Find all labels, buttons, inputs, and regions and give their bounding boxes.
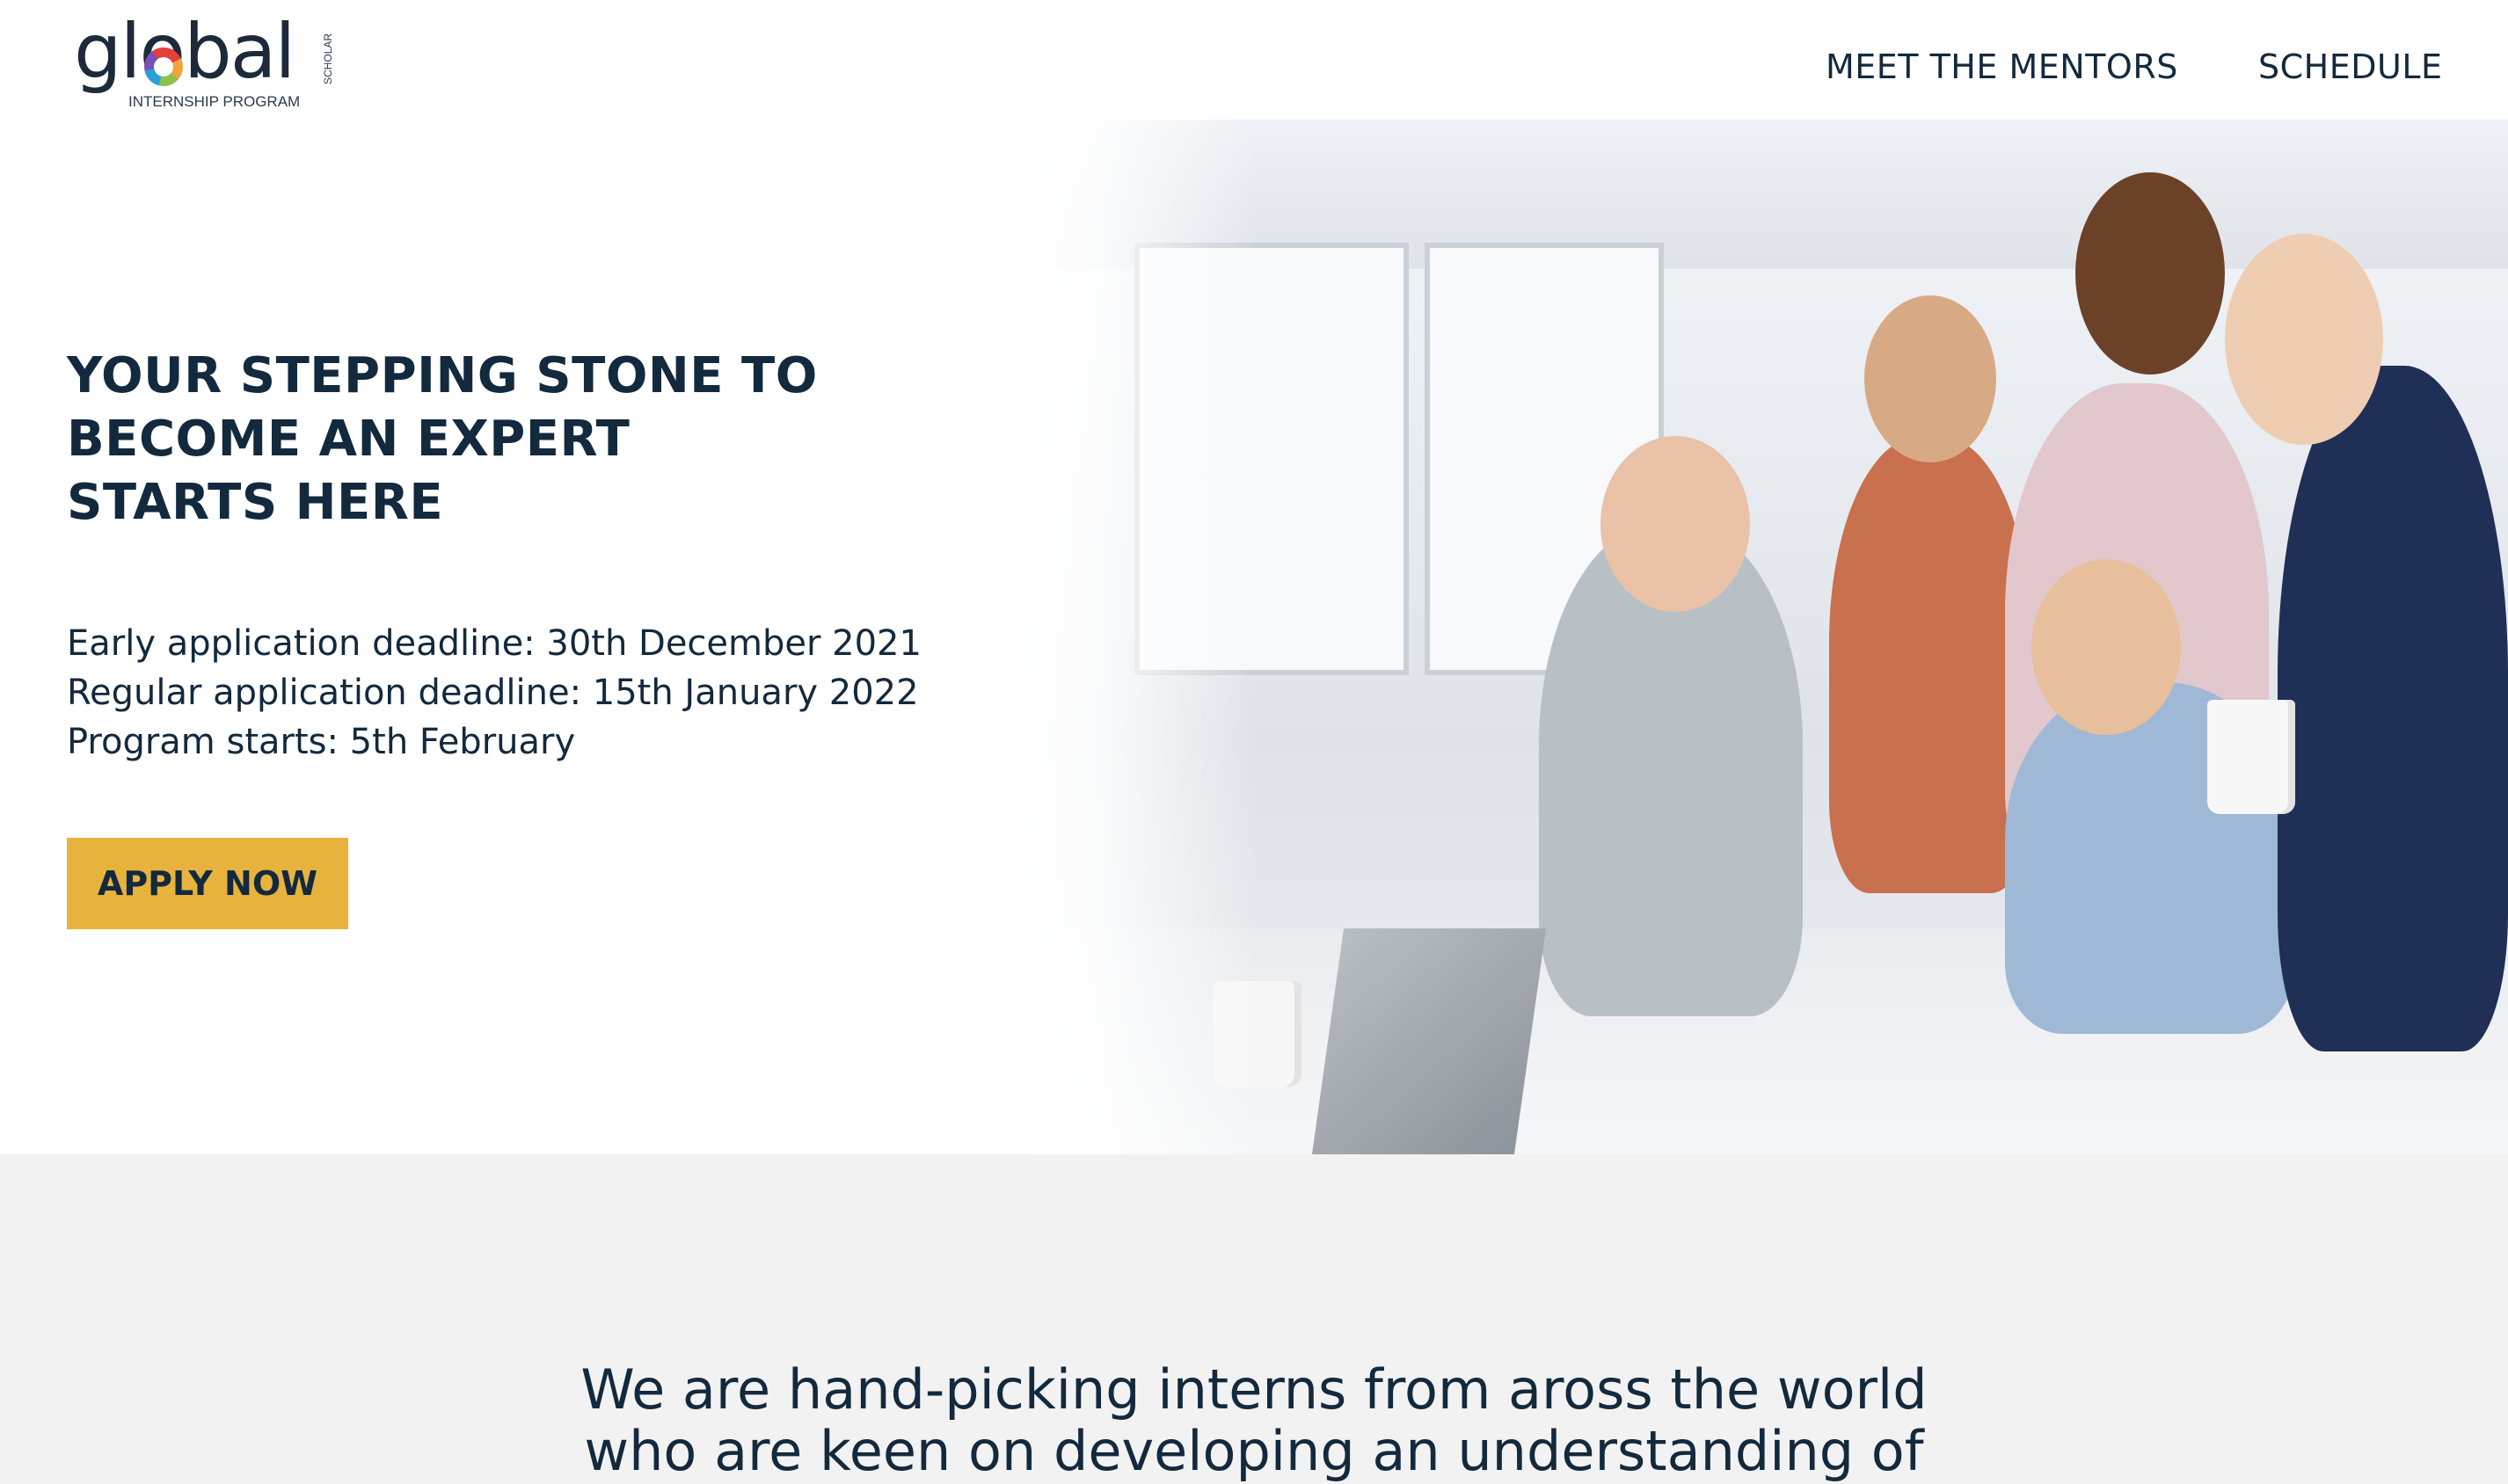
hero-photo-team-of-interns	[994, 120, 2508, 1154]
logo-side-text: SCHOLAR	[322, 33, 334, 85]
logo-subtitle: INTERNSHIP PROGRAM	[128, 93, 301, 110]
global-scholar-logo[interactable]: global INTERNSHIP PROGRAM SCHOLAR	[74, 14, 338, 120]
intro-section: We are hand-picking interns from aross t…	[0, 1154, 2508, 1484]
logo-rainbow-ring-icon	[144, 47, 183, 86]
photo-person-head	[2031, 559, 2181, 735]
photo-person-head	[2075, 172, 2225, 375]
photo-person-head	[2225, 234, 2383, 445]
intro-text: We are hand-picking interns from aross t…	[0, 1359, 2508, 1482]
photo-mug	[2207, 700, 2295, 814]
intro-line: We are hand-picking interns from aross t…	[580, 1357, 1928, 1422]
photo-person-head	[1864, 295, 1996, 462]
early-deadline: Early application deadline: 30th Decembe…	[67, 623, 922, 664]
nav-schedule[interactable]: SCHEDULE	[2258, 47, 2443, 86]
application-dates: Early application deadline: 30th Decembe…	[67, 619, 922, 767]
hero-headline: YOUR STEPPING STONE TO BECOME AN EXPERT …	[67, 345, 858, 535]
headline-line: BECOME AN EXPERT	[67, 411, 631, 468]
program-start: Program starts: 5th February	[67, 722, 576, 762]
photo-laptop	[1311, 928, 1547, 1154]
site-header: global INTERNSHIP PROGRAM SCHOLAR MEET T…	[0, 0, 2508, 120]
logo-wordmark: global	[74, 8, 295, 96]
photo-left-fade	[994, 120, 1258, 1154]
photo-person-middle	[1829, 436, 2031, 893]
intro-line: who are keen on developing an understand…	[584, 1419, 1924, 1483]
apply-now-button[interactable]: APPLY NOW	[67, 838, 348, 929]
nav-meet-the-mentors[interactable]: MEET THE MENTORS	[1826, 47, 2178, 86]
headline-line: YOUR STEPPING STONE TO	[67, 347, 818, 404]
hero-section: YOUR STEPPING STONE TO BECOME AN EXPERT …	[0, 120, 2508, 1154]
headline-line: STARTS HERE	[67, 474, 444, 531]
regular-deadline: Regular application deadline: 15th Janua…	[67, 673, 919, 713]
photo-person-head	[1600, 436, 1750, 612]
photo-person-right	[2278, 366, 2508, 1051]
